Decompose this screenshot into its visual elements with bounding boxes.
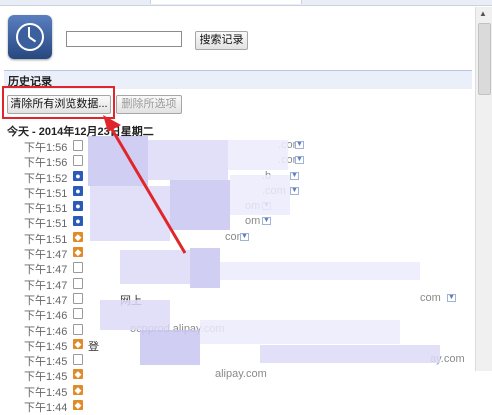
history-entry[interactable]: 下午1:47网上com▼ [0,291,480,307]
page-icon [73,140,83,151]
history-entry[interactable]: 下午1:45 ◆ alipay.com [0,367,480,383]
page-icon [73,308,83,320]
delete-selected-button[interactable]: 删除所选项 [116,95,182,114]
baidu-paw-icon: ● [73,216,83,227]
entry-menu-chevron-icon[interactable]: ▼ [295,156,304,165]
entry-menu-chevron-icon[interactable]: ▼ [295,141,304,149]
red-highlight-box [2,86,115,119]
scrollbar[interactable]: ▲ [475,7,492,371]
shield-icon: ◆ [73,247,83,258]
shield-icon: ◆ [73,231,83,242]
entry-menu-chevron-icon[interactable]: ▼ [447,293,456,302]
entry-menu-chevron-icon[interactable]: ▼ [290,171,299,180]
active-tab[interactable] [150,0,302,4]
baidu-paw-icon: ● [73,185,83,196]
baidu-paw-icon: ● [73,201,83,212]
history-entry[interactable]: 下午1:44 ◆ [0,398,480,415]
search-history-button[interactable]: 搜索记录 [195,31,248,50]
entry-domain: com [420,291,441,304]
entry-time: 下午1:44 [24,402,68,415]
history-entry[interactable]: 下午1:51●om▼ [0,214,480,230]
entry-domain: alipay.com [215,368,267,381]
page-icon [73,155,83,167]
shield-icon: ◆ [73,400,83,411]
page-icon [73,354,83,366]
baidu-paw-icon: ● [73,170,83,181]
history-clock-icon [8,15,52,59]
history-entry[interactable]: 下午1:45 ◆ [0,383,480,399]
page-icon [73,323,83,335]
history-entry[interactable]: 下午1:47 ◆ [0,245,480,261]
shield-icon: ◆ [73,384,83,395]
page-icon [73,292,83,304]
page-icon [73,262,83,274]
entry-domain: om [245,215,261,228]
history-entry[interactable]: 下午1:51 ◆ com ▼ [0,230,480,246]
scroll-up-icon[interactable]: ▲ [479,9,487,18]
scrollbar-thumb[interactable] [478,23,491,95]
entry-menu-chevron-icon[interactable]: ▼ [240,232,249,241]
entry-menu-chevron-icon[interactable]: ▼ [290,186,299,195]
shield-icon: ◆ [73,338,83,349]
entry-menu-chevron-icon[interactable]: ▼ [262,217,271,226]
browser-tab-strip [0,0,492,6]
search-input[interactable] [66,31,182,47]
page-icon [73,277,83,289]
